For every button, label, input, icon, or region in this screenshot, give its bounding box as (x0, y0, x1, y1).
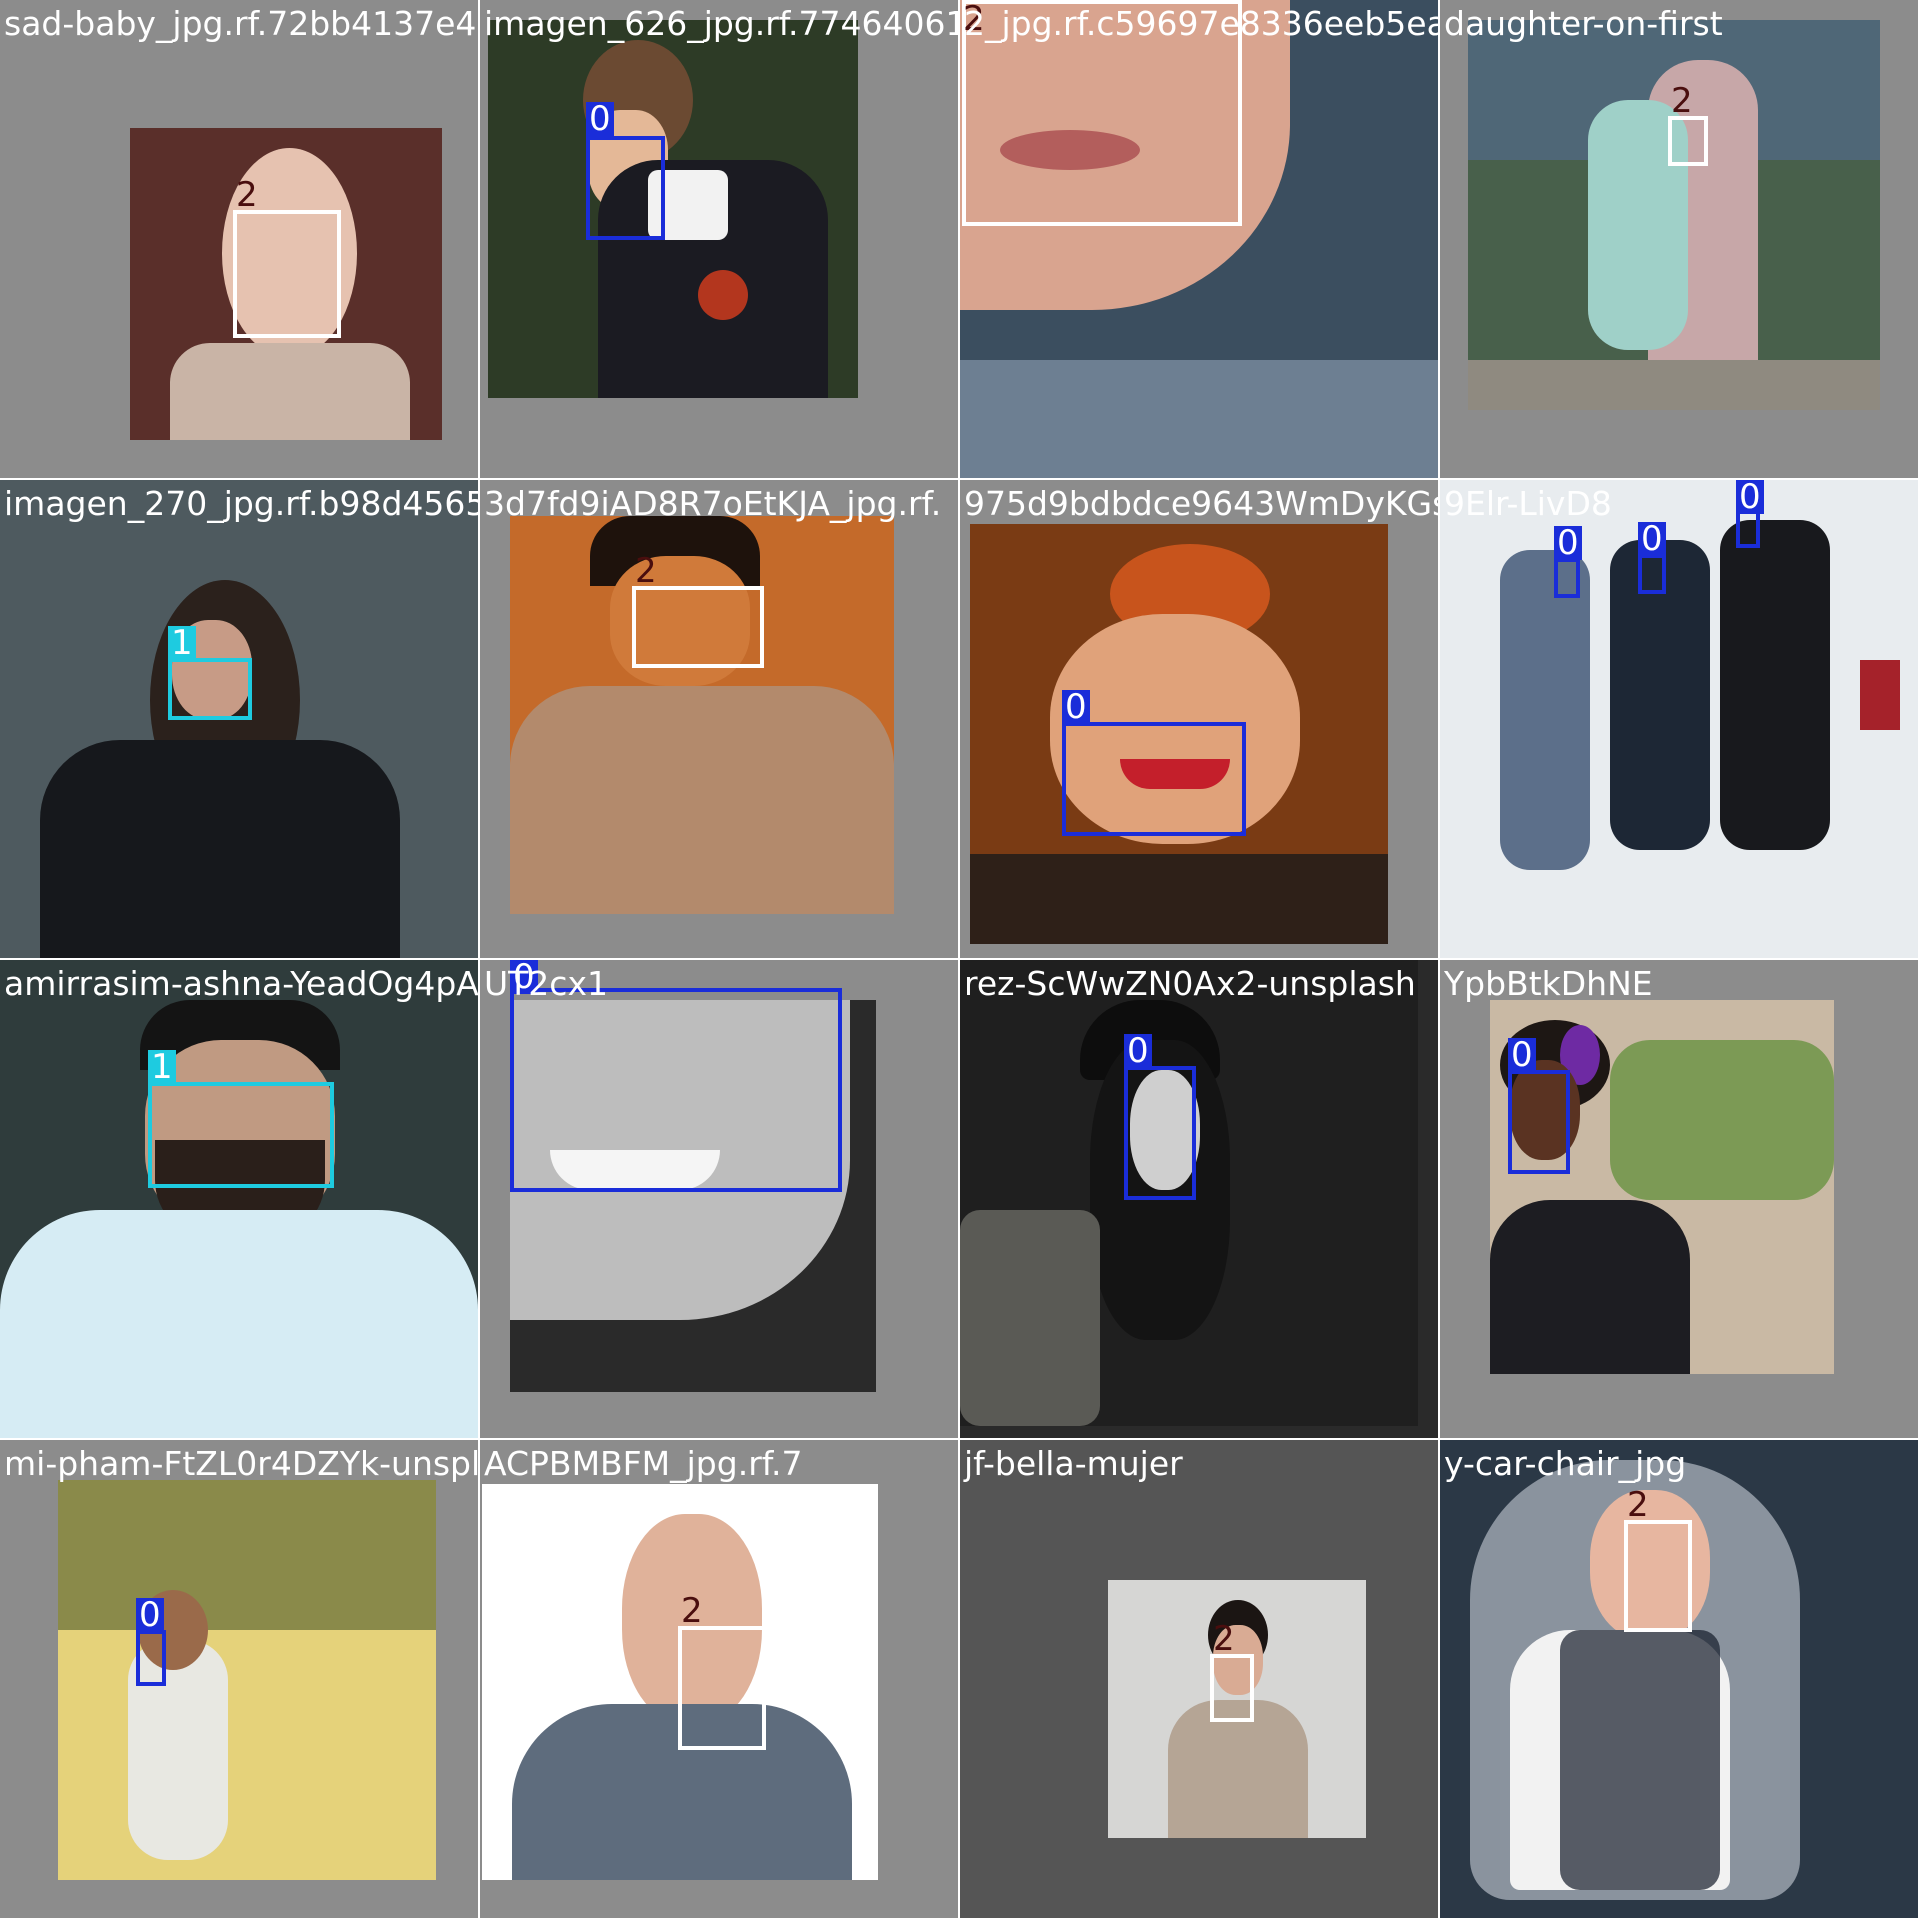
bbox (1624, 1520, 1692, 1632)
person1-shape (1500, 550, 1590, 870)
bbox-label: 1 (168, 626, 196, 660)
bbox (1638, 554, 1666, 594)
tile-975d9bd: 0 975d9bdbdce9643WmDyKGs (960, 480, 1438, 958)
bbox-label: 0 (510, 960, 538, 994)
greenery-shape (1610, 1040, 1834, 1200)
bbox-label: 0 (586, 102, 614, 136)
bbox-label: 0 (1508, 1038, 1536, 1072)
woman-jacket-shape (40, 740, 400, 958)
bbox-label: 0 (1124, 1034, 1152, 1068)
bbox (1124, 1066, 1196, 1200)
bbox-label: 0 (1062, 690, 1090, 724)
baby-shirt-shape (170, 343, 410, 440)
man-shirt-shape (510, 686, 894, 914)
bbox-label: 2 (635, 551, 657, 591)
tshirt-shape (0, 1210, 478, 1438)
bbox-label: 1 (148, 1050, 176, 1084)
top-shape (970, 854, 1388, 944)
bbox (1668, 116, 1708, 166)
person3-shape (1720, 520, 1830, 850)
bbox (1062, 722, 1246, 836)
tile-imagen-270: 1 imagen_270_jpg.rf.b98d4565 (0, 480, 478, 958)
photo-boy-sprinkler (58, 1480, 436, 1880)
sweater-shape (960, 360, 1438, 478)
sign-shape (1860, 660, 1900, 730)
bbox (168, 658, 252, 720)
tile-acpbmbfm: 2 ACPBMBFM_jpg.rf.7 (480, 1440, 958, 1918)
bbox (1508, 1070, 1570, 1174)
mosaic-grid: 2 sad-baby_jpg.rf.72bb4137e408ea4162263a… (0, 0, 1920, 1920)
bbox (510, 988, 842, 1192)
photo-girl-apples (488, 20, 858, 398)
bbox-label: 0 (1638, 522, 1666, 556)
tile-title: sad-baby_jpg.rf.72bb4137e408ea4162263a4 (4, 4, 478, 43)
bbox (1210, 1654, 1254, 1722)
tile-9elr: 0 0 0 9Elr-LivD8 (1440, 480, 1918, 958)
tile-title: ACPBMBFM_jpg.rf.7 (484, 1444, 803, 1483)
photo-hug (1468, 20, 1880, 410)
bbox (678, 1626, 766, 1750)
bbox (136, 1630, 166, 1686)
bbox (586, 136, 665, 240)
bbox-label: 2 (1213, 1619, 1235, 1659)
tile-ut2cx1: 0 UT2cx1 (480, 960, 958, 1438)
tile-sad-baby: 2 sad-baby_jpg.rf.72bb4137e408ea4162263a… (0, 0, 478, 478)
bbox-label: 2 (1627, 1485, 1649, 1525)
bbox-label: 0 (1554, 526, 1582, 560)
tile-car-chair: 2 y-car-chair_jpg (1440, 1440, 1918, 1918)
photo-woman-purple (1490, 1000, 1834, 1374)
bbox (148, 1082, 334, 1188)
bbox-label: 2 (1671, 81, 1693, 121)
top-shape (1490, 1200, 1690, 1374)
tile-title: YpbBtkDhNE (1444, 964, 1653, 1003)
tile-bella-mujer: 2 jf-bella-mujer (960, 1440, 1438, 1918)
bbox-label: 0 (1736, 480, 1764, 514)
apple-shape (698, 270, 748, 320)
tile-ypbbtk: 0 YpbBtkDhNE (1440, 960, 1918, 1438)
tile-daughter: 2 daughter-on-first (1440, 0, 1918, 478)
photo-man-necklace (510, 516, 894, 914)
tile-2-jpg: 2 2_jpg.rf.c59697e8336eeb5ea5bf1ccb3ef57… (960, 0, 1438, 478)
tile-mi-pham: 0 mi-pham-FtZL0r4DZYk-unsplash (0, 1440, 478, 1918)
harness-shape (1560, 1630, 1720, 1890)
tile-imagen-626: 0 imagen_626_jpg.rf.774640618 (480, 0, 958, 478)
bbox (1554, 558, 1580, 598)
photo-jumping (1440, 480, 1918, 958)
bbox-label: 2 (681, 1591, 703, 1631)
road-shape (1468, 360, 1880, 410)
photo-bearded-man (0, 960, 478, 1438)
tile-title: 975d9bdbdce9643WmDyKGs (964, 484, 1438, 523)
tile-scwwzn: 0 rez-ScWwZN0Ax2-unsplash (960, 960, 1438, 1438)
tile-amirrasim: 1 amirrasim-ashna-YeadOg4pA (0, 960, 478, 1438)
tile-title: jf-bella-mujer (964, 1444, 1183, 1483)
bbox (233, 210, 341, 338)
bbox (632, 586, 764, 668)
bbox (962, 0, 1242, 226)
tile-3d7fd9: 2 3d7fd9iAD8R7oEtKJA_jpg.rf. (480, 480, 958, 958)
bbox-label: 0 (136, 1598, 164, 1632)
photo-crying-child (1440, 1440, 1918, 1918)
trees-shape (58, 1480, 436, 1630)
sofa-shape (960, 1210, 1100, 1426)
bbox-label: 2 (236, 175, 258, 215)
bbox-label: 2 (963, 0, 985, 39)
tile-title: mi-pham-FtZL0r4DZYk-unsplash (4, 1444, 478, 1483)
